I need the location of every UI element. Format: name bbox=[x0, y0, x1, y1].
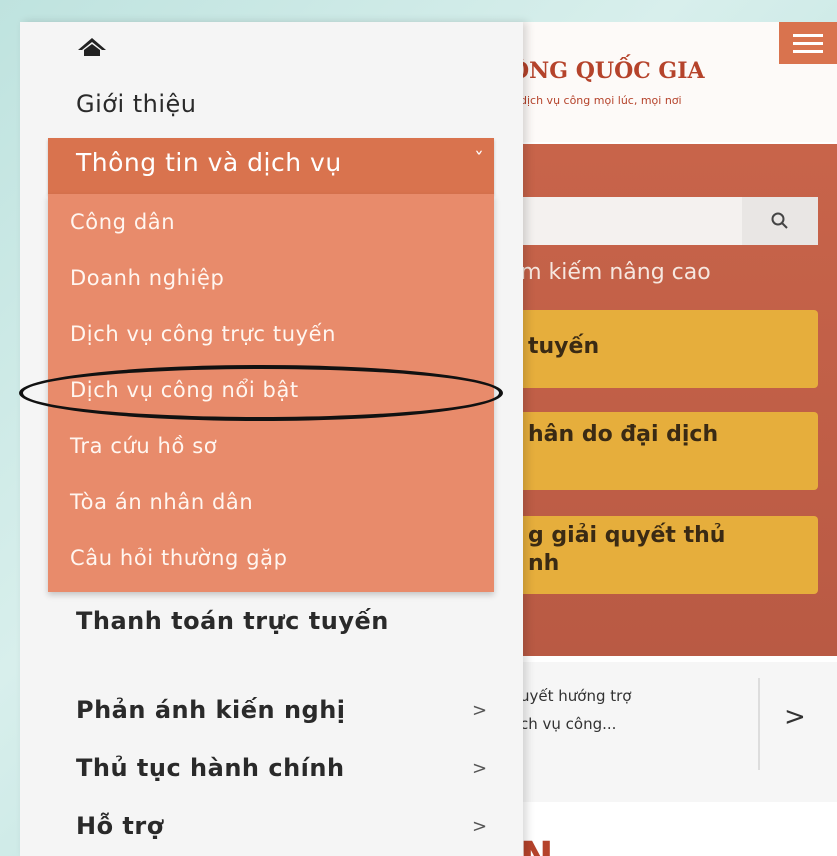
highlight-annotation bbox=[19, 365, 503, 421]
submenu-item-cau-hoi-thuong-gap[interactable]: Câu hỏi thường gặp bbox=[70, 546, 288, 570]
service-button-1[interactable]: tuyến bbox=[500, 310, 818, 388]
submenu-item-dich-vu-cong-truc-tuyen[interactable]: Dịch vụ công trực tuyến bbox=[70, 322, 336, 346]
service-button-3-line1: g giải quyết thủ bbox=[528, 523, 726, 548]
search-input[interactable] bbox=[500, 197, 818, 245]
bottom-heading-fragment: N bbox=[520, 834, 553, 856]
support-card[interactable]: uyết hướng trợ ch vụ công... > bbox=[500, 662, 837, 802]
submenu-item-doanh-nghiep[interactable]: Doanh nghiệp bbox=[70, 266, 224, 290]
nav-item-label: Thông tin và dịch vụ bbox=[76, 148, 342, 177]
site-subtitle: dịch vụ công mọi lúc, mọi nơi bbox=[520, 94, 682, 107]
nav-item-thu-tuc-hanh-chinh[interactable]: Thủ tục hành chính bbox=[76, 754, 345, 782]
service-button-3[interactable]: g giải quyết thủ nh bbox=[500, 516, 818, 594]
support-line-2: ch vụ công... bbox=[520, 715, 617, 733]
chevron-right-icon[interactable]: > bbox=[784, 702, 806, 732]
chevron-right-icon: > bbox=[472, 758, 488, 779]
nav-item-gioi-thieu[interactable]: Giới thiệu bbox=[76, 90, 197, 118]
submenu-item-tra-cuu-ho-so[interactable]: Tra cứu hồ sơ bbox=[70, 434, 217, 458]
chevron-right-icon: > bbox=[472, 700, 488, 721]
service-button-3-line2: nh bbox=[528, 551, 560, 576]
support-line-1: uyết hướng trợ bbox=[520, 687, 632, 705]
chevron-right-icon: > bbox=[472, 816, 488, 837]
nav-item-ho-tro[interactable]: Hỗ trợ bbox=[76, 812, 164, 840]
service-button-2[interactable]: hân do đại dịch bbox=[500, 412, 818, 490]
nav-item-thong-tin-dich-vu[interactable]: Thông tin và dịch vụ ˇ bbox=[48, 138, 494, 194]
advanced-search-link[interactable]: ìm kiếm nâng cao bbox=[514, 260, 711, 285]
submenu-item-toa-an-nhan-dan[interactable]: Tòa án nhân dân bbox=[70, 490, 253, 514]
hamburger-menu-icon[interactable] bbox=[779, 22, 837, 64]
nav-item-thanh-toan-truc-tuyen[interactable]: Thanh toán trực tuyến bbox=[76, 604, 406, 638]
chevron-down-icon: ˇ bbox=[474, 148, 484, 172]
home-icon[interactable] bbox=[76, 36, 108, 62]
site-title: ÔNG QUỐC GIA bbox=[510, 58, 705, 84]
navigation-drawer: Giới thiệu Thông tin và dịch vụ ˇ Công d… bbox=[20, 22, 523, 856]
search-icon[interactable] bbox=[742, 197, 818, 245]
divider bbox=[758, 678, 760, 770]
nav-item-label: Thanh toán trực tuyến bbox=[76, 607, 389, 635]
nav-item-phan-anh-kien-nghi[interactable]: Phản ánh kiến nghị bbox=[76, 696, 346, 724]
submenu-item-cong-dan[interactable]: Công dân bbox=[70, 210, 175, 234]
